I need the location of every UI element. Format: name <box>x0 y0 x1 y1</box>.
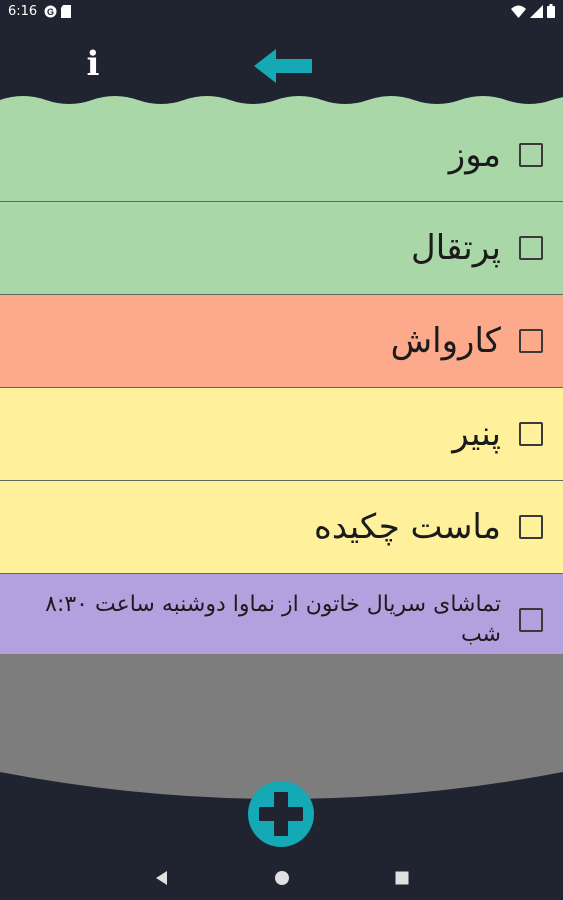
todo-list: موز پرتقال کارواش پنیر ماست چکیده تماشای سریا… <box>0 109 563 667</box>
todo-text: کارواش <box>390 321 501 361</box>
home-circle-icon <box>275 871 289 885</box>
back-triangle-icon <box>156 871 167 885</box>
back-button[interactable] <box>250 46 316 86</box>
wifi-icon <box>511 5 526 18</box>
status-right-icons <box>511 4 555 18</box>
status-bar: 6:16 G <box>0 0 563 24</box>
todo-checkbox[interactable] <box>519 236 543 260</box>
add-button[interactable] <box>248 781 314 847</box>
nav-back-button[interactable] <box>150 866 174 890</box>
todo-text: پنیر <box>452 414 501 454</box>
todo-checkbox[interactable] <box>519 329 543 353</box>
todo-item[interactable]: پنیر <box>0 388 563 481</box>
todo-item[interactable]: ماست چکیده <box>0 481 563 574</box>
todo-item[interactable]: موز <box>0 109 563 202</box>
todo-item[interactable]: پرتقال <box>0 202 563 295</box>
todo-text: ماست چکیده <box>314 507 501 547</box>
todo-item[interactable]: کارواش <box>0 295 563 388</box>
svg-text:G: G <box>47 7 54 17</box>
arrow-left-icon <box>254 49 312 83</box>
status-time: 6:16 <box>8 4 38 19</box>
battery-icon <box>547 4 555 18</box>
todo-text: موز <box>448 135 501 175</box>
plus-icon <box>259 792 303 836</box>
status-left-icons: G <box>44 5 71 18</box>
sd-card-icon <box>61 5 71 18</box>
info-button[interactable]: i <box>78 42 108 86</box>
todo-checkbox[interactable] <box>519 143 543 167</box>
todo-checkbox[interactable] <box>519 515 543 539</box>
todo-checkbox[interactable] <box>519 422 543 446</box>
nav-bar <box>0 856 563 900</box>
google-icon: G <box>44 5 57 18</box>
recents-square-icon <box>395 871 409 885</box>
todo-checkbox[interactable] <box>519 608 543 632</box>
todo-text: پرتقال <box>411 228 501 268</box>
nav-recents-button[interactable] <box>390 866 414 890</box>
signal-icon <box>530 4 543 18</box>
nav-home-button[interactable] <box>270 866 294 890</box>
todo-text: تماشای سریال خاتون از نماوا دوشنبه ساعت … <box>45 592 501 647</box>
